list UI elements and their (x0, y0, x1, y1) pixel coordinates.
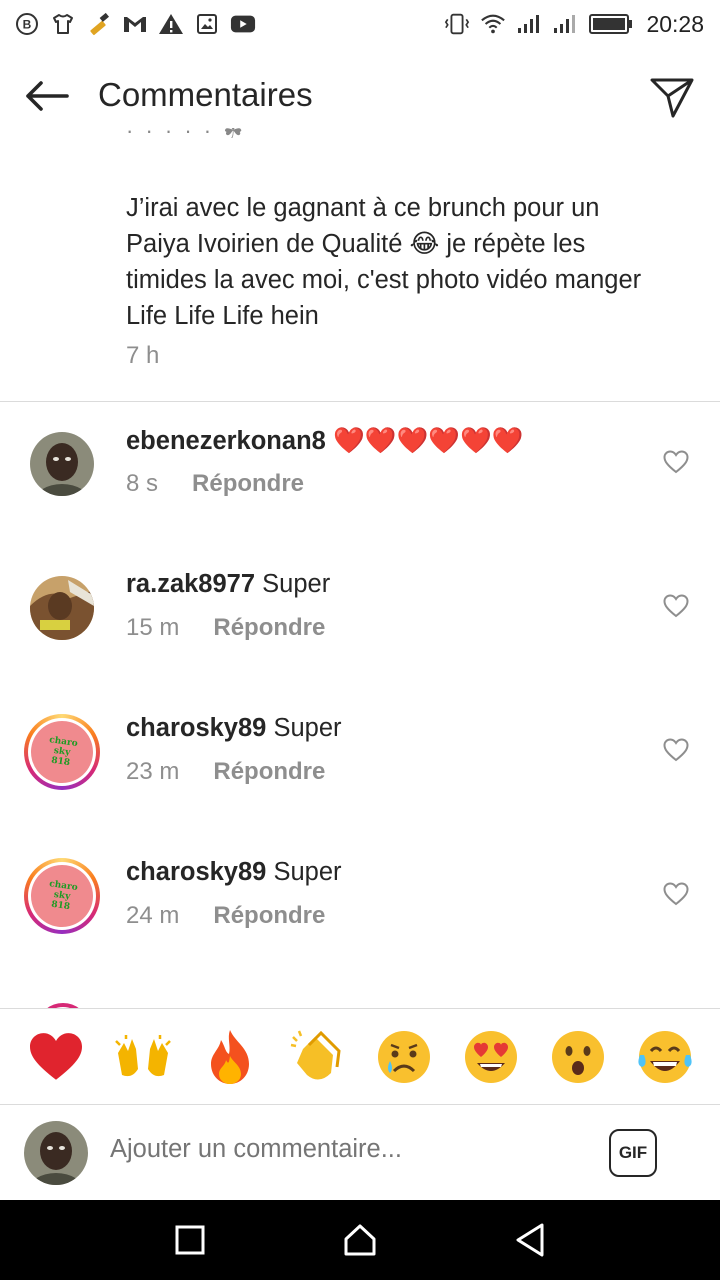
app-bar: Commentaires (0, 48, 720, 144)
reply-button[interactable]: Répondre (213, 614, 325, 642)
avatar-logo: charo sky 818 (26, 716, 98, 788)
comment-text: Super (262, 570, 331, 598)
like-comment-button[interactable] (662, 592, 690, 620)
comment-time: 23 m (126, 758, 180, 785)
b-badge-icon: B (14, 11, 40, 37)
reaction-fire-button[interactable] (199, 1026, 261, 1088)
caption-divider (0, 401, 720, 402)
gmail-icon (122, 11, 148, 37)
comment-text: ❤️❤️❤️❤️❤️❤️ (332, 427, 524, 455)
recents-button[interactable] (168, 1218, 212, 1262)
triangle-back-icon (516, 1223, 544, 1257)
warning-icon (158, 11, 184, 37)
comment-composer: GIF (0, 1104, 720, 1200)
notification-icons: B (14, 11, 256, 37)
youtube-icon (230, 11, 256, 37)
comment-input[interactable] (110, 1135, 590, 1164)
quick-reactions-bar (0, 1008, 720, 1104)
send-icon (650, 78, 694, 118)
signal-2-icon (552, 11, 578, 37)
heart-outline-icon (663, 882, 689, 906)
post-caption: J’irai avec le gagnant à ce brunch pour … (126, 194, 642, 330)
wifi-icon (480, 11, 506, 37)
comment-item: charo sky 818 charosky89 Super 23 m Répo… (0, 714, 720, 830)
home-icon (344, 1224, 376, 1256)
system-nav-bar (0, 1200, 720, 1280)
avatar-story-ring[interactable]: charo sky 818 (24, 858, 100, 934)
clock-time: 20:28 (646, 10, 704, 37)
avatar[interactable] (30, 432, 94, 496)
tshirt-icon (50, 11, 76, 37)
reaction-raising-hands-button[interactable] (112, 1026, 174, 1088)
comment-text-line: charosky89 Super (126, 858, 342, 887)
signal-icon (516, 11, 542, 37)
tears-of-joy-icon (637, 1030, 692, 1083)
avatar-logo: charo sky 818 (26, 860, 98, 932)
red-heart-icon (29, 1032, 82, 1080)
reaction-joy-button[interactable] (634, 1026, 696, 1088)
back-button[interactable] (22, 74, 72, 118)
comment-username[interactable]: ra.zak8977 (126, 570, 255, 598)
crying-face-icon (377, 1030, 430, 1083)
avatar-story-ring[interactable]: charo sky 818 (24, 714, 100, 790)
battery-icon (588, 11, 634, 37)
reply-button[interactable]: Répondre (213, 758, 325, 786)
like-comment-button[interactable] (662, 880, 690, 908)
reply-button[interactable]: Répondre (192, 470, 304, 498)
reaction-heart-eyes-button[interactable] (460, 1026, 522, 1088)
reply-button[interactable]: Répondre (213, 902, 325, 930)
gif-button[interactable]: GIF (609, 1129, 657, 1177)
page-title: Commentaires (98, 76, 313, 113)
comment-text-line: ebenezerkonan8 ❤️❤️❤️❤️❤️❤️ (126, 426, 523, 456)
comment-item: charo sky 818 charosky89 Super 24 m Répo… (0, 858, 720, 974)
like-comment-button[interactable] (662, 736, 690, 764)
comment-time: 15 m (126, 614, 180, 641)
raising-hands-icon (114, 1034, 171, 1076)
heart-outline-icon (663, 594, 689, 618)
system-icons: 20:28 (444, 11, 704, 38)
comment-meta: 24 m Répondre (126, 902, 325, 930)
svg-text:B: B (23, 18, 32, 32)
hammer-icon (86, 11, 112, 37)
clover-icon: · · · · · ☘ (126, 128, 246, 143)
comment-username[interactable]: charosky89 (126, 858, 266, 886)
comment-text: Super (273, 714, 342, 742)
comment-meta: 8 s Répondre (126, 470, 304, 498)
comment-username[interactable]: charosky89 (126, 714, 266, 742)
fire-icon (210, 1029, 249, 1084)
caption-header-fragment: · · · · · ☘ (126, 128, 326, 150)
back-nav-button[interactable] (508, 1218, 552, 1262)
home-button[interactable] (338, 1218, 382, 1262)
back-arrow-icon (26, 81, 69, 111)
vibrate-icon (444, 11, 470, 37)
reaction-crying-button[interactable] (373, 1026, 435, 1088)
comment-item: ra.zak8977 Super 15 m Répondre (0, 570, 720, 686)
my-avatar (24, 1121, 88, 1185)
comment-meta: 15 m Répondre (126, 614, 325, 642)
status-bar: B 20:28 (0, 0, 720, 48)
heart-outline-icon (663, 738, 689, 762)
reaction-clapping-button[interactable] (286, 1026, 348, 1088)
comment-text-line: charosky89 Super (126, 714, 342, 743)
like-comment-button[interactable] (662, 448, 690, 476)
reaction-surprised-button[interactable] (547, 1026, 609, 1088)
comment-time: 8 s (126, 470, 159, 497)
comment-username[interactable]: ebenezerkonan8 (126, 427, 326, 455)
share-button[interactable] (646, 72, 698, 122)
comment-item: ebenezerkonan8 ❤️❤️❤️❤️❤️❤️ 8 s Répondre (0, 427, 720, 542)
surprised-face-icon (551, 1030, 604, 1083)
avatar[interactable] (30, 576, 94, 640)
clapping-hands-icon (290, 1030, 341, 1080)
comment-text-line: ra.zak8977 Super (126, 570, 330, 599)
comment-text: Super (273, 858, 342, 886)
comment-time: 24 m (126, 902, 180, 929)
image-icon (194, 11, 220, 37)
heart-outline-icon (663, 450, 689, 474)
heart-eyes-icon (464, 1030, 517, 1083)
caption-timestamp: 7 h (126, 342, 160, 369)
square-icon (175, 1225, 205, 1255)
reaction-heart-button[interactable] (25, 1026, 87, 1088)
comment-meta: 23 m Répondre (126, 758, 325, 786)
